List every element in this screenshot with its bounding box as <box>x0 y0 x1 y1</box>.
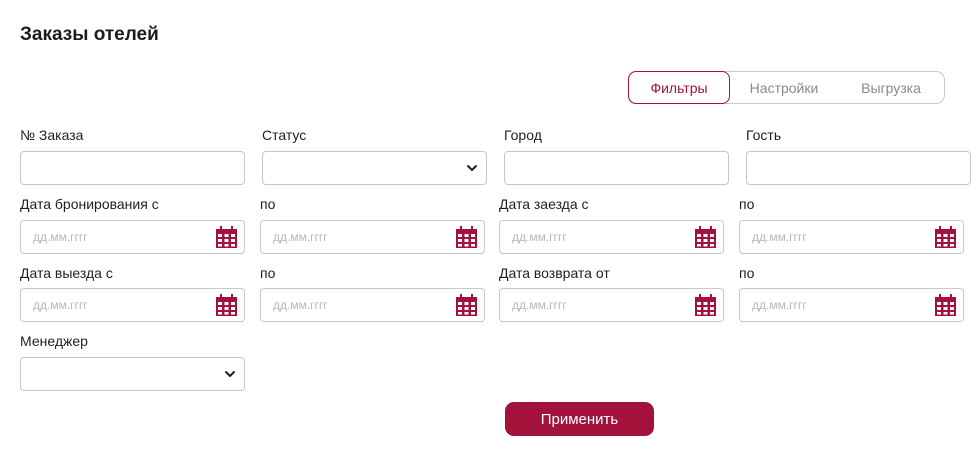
booking-date-from-label: Дата бронирования с <box>20 196 159 212</box>
checkin-date-to-input[interactable] <box>740 221 963 253</box>
tab-filters[interactable]: Фильтры <box>628 71 730 104</box>
return-date-from-field <box>499 288 724 322</box>
calendar-icon[interactable] <box>455 226 478 249</box>
order-number-label: № Заказа <box>20 127 84 143</box>
chevron-down-icon <box>467 165 477 171</box>
city-field <box>504 151 729 185</box>
tab-export[interactable]: Выгрузка <box>838 72 944 103</box>
booking-date-to-field <box>260 220 485 254</box>
calendar-icon[interactable] <box>934 294 957 317</box>
return-date-to-input[interactable] <box>740 289 963 321</box>
checkin-date-to-label: по <box>739 196 755 212</box>
return-date-from-label: Дата возврата от <box>499 265 610 281</box>
guest-label: Гость <box>746 127 782 143</box>
booking-date-to-input[interactable] <box>261 221 484 253</box>
checkout-date-to-label: по <box>260 265 276 281</box>
tab-settings[interactable]: Настройки <box>730 72 838 103</box>
calendar-icon[interactable] <box>694 226 717 249</box>
status-label: Статус <box>262 127 307 143</box>
manager-select[interactable] <box>20 357 245 391</box>
booking-date-from-field <box>20 220 245 254</box>
chevron-down-icon <box>225 371 235 377</box>
calendar-icon[interactable] <box>215 294 238 317</box>
calendar-icon[interactable] <box>455 294 478 317</box>
checkin-date-from-input[interactable] <box>500 221 723 253</box>
order-number-input[interactable] <box>21 152 244 184</box>
checkout-date-to-field <box>260 288 485 322</box>
return-date-from-input[interactable] <box>500 289 723 321</box>
checkin-date-to-field <box>739 220 964 254</box>
city-input[interactable] <box>505 152 728 184</box>
order-number-field <box>20 151 245 185</box>
calendar-icon[interactable] <box>934 226 957 249</box>
checkout-date-from-field <box>20 288 245 322</box>
checkin-date-from-field <box>499 220 724 254</box>
apply-button[interactable]: Применить <box>505 402 654 436</box>
return-date-to-label: по <box>739 265 755 281</box>
calendar-icon[interactable] <box>694 294 717 317</box>
guest-input[interactable] <box>747 152 970 184</box>
checkin-date-from-label: Дата заезда с <box>499 196 589 212</box>
checkout-date-to-input[interactable] <box>261 289 484 321</box>
checkout-date-from-label: Дата выезда с <box>20 265 113 281</box>
checkout-date-from-input[interactable] <box>21 289 244 321</box>
manager-label: Менеджер <box>20 333 88 349</box>
return-date-to-field <box>739 288 964 322</box>
page-title: Заказы отелей <box>20 24 159 45</box>
calendar-icon[interactable] <box>215 226 238 249</box>
guest-field <box>746 151 971 185</box>
status-select[interactable] <box>262 151 487 185</box>
city-label: Город <box>504 127 542 143</box>
booking-date-from-input[interactable] <box>21 221 244 253</box>
view-tabs: Фильтры Настройки Выгрузка <box>628 71 945 104</box>
booking-date-to-label: по <box>260 196 276 212</box>
